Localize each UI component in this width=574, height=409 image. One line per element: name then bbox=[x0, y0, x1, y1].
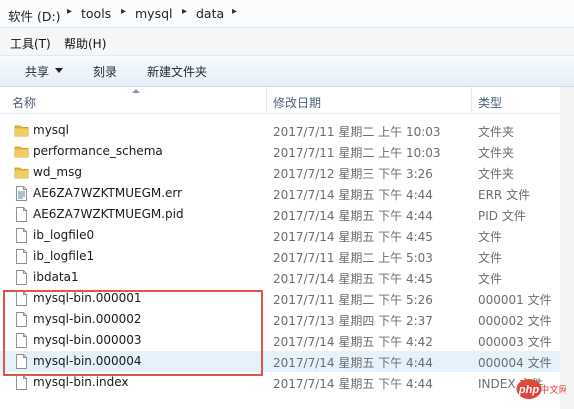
share-button[interactable]: 共享 bbox=[25, 63, 49, 80]
burn-button[interactable]: 刻录 bbox=[93, 63, 117, 80]
file-name: mysql-bin.index bbox=[33, 375, 129, 389]
file-date: 2017/7/11 星期二 上午 10:03 bbox=[273, 146, 441, 160]
file-date: 2017/7/14 星期五 下午 4:45 bbox=[273, 230, 433, 244]
list-item[interactable]: ib_logfile0 2017/7/14 星期五 下午 4:45 文件 bbox=[0, 225, 560, 246]
folder-icon bbox=[14, 122, 29, 139]
file-name: ibdata1 bbox=[33, 270, 79, 284]
column-divider[interactable] bbox=[266, 87, 267, 113]
list-item[interactable]: wd_msg 2017/7/12 星期三 下午 3:26 文件夹 bbox=[0, 162, 560, 183]
file-icon bbox=[14, 248, 29, 265]
file-type: 文件夹 bbox=[478, 167, 515, 181]
chevron-right-icon[interactable]: ▸ bbox=[67, 6, 72, 17]
list-item[interactable]: AE6ZA7WZKTMUEGM.err 2017/7/14 星期五 下午 4:4… bbox=[0, 183, 560, 204]
file-type: 文件 bbox=[478, 251, 503, 265]
column-type[interactable]: 类型 bbox=[478, 94, 502, 111]
file-date: 2017/7/14 星期五 下午 4:44 bbox=[273, 188, 433, 202]
new-folder-button[interactable]: 新建文件夹 bbox=[147, 63, 207, 80]
watermark-suffix: 中文网 bbox=[540, 384, 566, 396]
file-date: 2017/7/13 星期四 下午 2:37 bbox=[273, 314, 433, 328]
chevron-right-icon[interactable]: ▸ bbox=[121, 6, 126, 17]
file-icon bbox=[14, 269, 29, 286]
annotation-highlight-box bbox=[3, 290, 263, 376]
breadcrumb-tools[interactable]: tools bbox=[81, 6, 111, 21]
file-name: AE6ZA7WZKTMUEGM.pid bbox=[33, 207, 184, 221]
vertical-scrollbar[interactable] bbox=[560, 87, 574, 409]
watermark-logo: php 中文网 bbox=[516, 372, 568, 402]
breadcrumb-drive[interactable]: 软件 (D:) bbox=[8, 6, 61, 25]
file-type: 文件 bbox=[478, 230, 503, 244]
file-type: ERR 文件 bbox=[478, 188, 531, 202]
file-name: AE6ZA7WZKTMUEGM.err bbox=[33, 186, 183, 200]
folder-icon bbox=[14, 164, 29, 181]
file-type: 000003 文件 bbox=[478, 335, 552, 349]
list-item[interactable]: ib_logfile1 2017/7/11 星期二 上午 5:03 文件 bbox=[0, 246, 560, 267]
file-type: 文件夹 bbox=[478, 146, 515, 160]
file-type: 000001 文件 bbox=[478, 293, 552, 307]
chevron-right-icon[interactable]: ▸ bbox=[182, 6, 187, 17]
file-type: PID 文件 bbox=[478, 209, 526, 223]
file-name: ib_logfile0 bbox=[33, 228, 95, 242]
list-item[interactable]: performance_schema 2017/7/11 星期二 上午 10:0… bbox=[0, 141, 560, 162]
file-icon bbox=[14, 227, 29, 244]
column-modified[interactable]: 修改日期 bbox=[273, 94, 321, 111]
folder-icon bbox=[14, 143, 29, 160]
file-name: mysql bbox=[33, 123, 69, 137]
file-type: 文件 bbox=[478, 272, 503, 286]
breadcrumb-data[interactable]: data bbox=[196, 6, 224, 21]
menu-tools[interactable]: 工具(T) bbox=[10, 35, 51, 52]
chevron-right-icon[interactable]: ▸ bbox=[232, 6, 237, 17]
command-bar: 共享 刻录 新建文件夹 bbox=[0, 56, 574, 87]
file-date: 2017/7/11 星期二 下午 5:26 bbox=[273, 293, 433, 307]
file-date: 2017/7/14 星期五 下午 4:42 bbox=[273, 335, 433, 349]
column-name[interactable]: 名称 bbox=[12, 94, 36, 111]
file-date: 2017/7/11 星期二 上午 5:03 bbox=[273, 251, 433, 265]
file-icon bbox=[14, 374, 29, 391]
address-bar[interactable]: 软件 (D:) ▸ tools ▸ mysql ▸ data ▸ bbox=[0, 0, 574, 28]
watermark-text: php bbox=[518, 384, 539, 396]
file-name: performance_schema bbox=[33, 144, 163, 158]
file-icon bbox=[14, 206, 29, 223]
menu-bar: 工具(T) 帮助(H) bbox=[0, 28, 574, 56]
chevron-down-icon[interactable] bbox=[55, 68, 63, 73]
menu-help[interactable]: 帮助(H) bbox=[64, 35, 106, 52]
file-date: 2017/7/14 星期五 下午 4:44 bbox=[273, 356, 433, 370]
column-divider[interactable] bbox=[471, 87, 472, 113]
file-date: 2017/7/14 星期五 下午 4:44 bbox=[273, 377, 433, 391]
list-item[interactable]: mysql 2017/7/11 星期二 上午 10:03 文件夹 bbox=[0, 120, 560, 141]
file-type: 文件夹 bbox=[478, 125, 515, 139]
breadcrumb-mysql[interactable]: mysql bbox=[135, 6, 173, 21]
column-header: 名称 修改日期 类型 bbox=[0, 87, 574, 114]
list-item[interactable]: ibdata1 2017/7/14 星期五 下午 4:45 文件 bbox=[0, 267, 560, 288]
file-date: 2017/7/12 星期三 下午 3:26 bbox=[273, 167, 433, 181]
file-date: 2017/7/14 星期五 下午 4:45 bbox=[273, 272, 433, 286]
file-name: ib_logfile1 bbox=[33, 249, 95, 263]
file-date: 2017/7/14 星期五 下午 4:44 bbox=[273, 209, 433, 223]
file-name: wd_msg bbox=[33, 165, 82, 179]
document-icon bbox=[14, 185, 29, 202]
file-type: 000004 文件 bbox=[478, 356, 552, 370]
sort-ascending-icon bbox=[132, 89, 140, 93]
file-type: 000002 文件 bbox=[478, 314, 552, 328]
list-item[interactable]: AE6ZA7WZKTMUEGM.pid 2017/7/14 星期五 下午 4:4… bbox=[0, 204, 560, 225]
file-date: 2017/7/11 星期二 上午 10:03 bbox=[273, 125, 441, 139]
